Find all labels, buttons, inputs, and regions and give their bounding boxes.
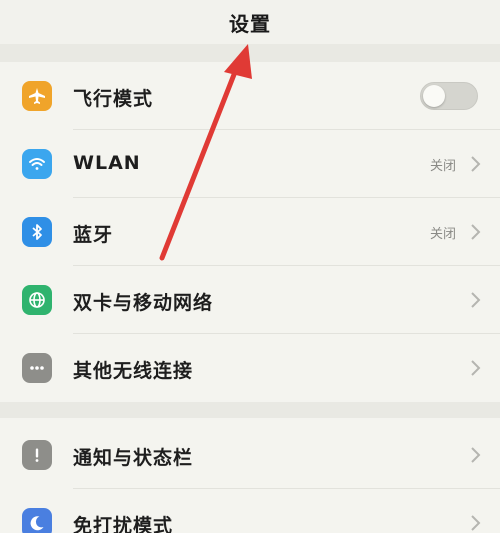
moon-icon bbox=[22, 508, 52, 533]
settings-group-connectivity: 飞行模式 WLAN 关闭 蓝牙 关闭 双卡与移动网络 其他无线连接 bbox=[0, 62, 500, 402]
chevron-right-icon bbox=[471, 156, 481, 172]
setting-label: 飞行模式 bbox=[73, 88, 154, 110]
chevron-right-icon bbox=[471, 360, 481, 376]
setting-row-dual-sim[interactable]: 双卡与移动网络 bbox=[0, 266, 500, 334]
setting-row-notifications[interactable]: 通知与状态栏 bbox=[0, 421, 500, 489]
settings-screen: 设置 飞行模式 WLAN 关闭 蓝牙 关闭 双卡与移动网络 其他无线连接 通知与… bbox=[0, 0, 500, 533]
page-title: 设置 bbox=[229, 11, 271, 36]
setting-row-other-wireless[interactable]: 其他无线连接 bbox=[0, 334, 500, 402]
setting-label: 通知与状态栏 bbox=[73, 447, 194, 469]
setting-row-do-not-disturb[interactable]: 免打扰模式 bbox=[0, 489, 500, 533]
globe-icon bbox=[22, 285, 52, 315]
setting-label: 蓝牙 bbox=[73, 224, 114, 246]
setting-label: WLAN bbox=[73, 152, 141, 174]
chevron-right-icon bbox=[471, 224, 481, 240]
airplane-icon bbox=[22, 81, 52, 111]
wifi-icon bbox=[22, 149, 52, 179]
chevron-right-icon bbox=[471, 292, 481, 308]
setting-label: 其他无线连接 bbox=[73, 360, 194, 382]
setting-row-airplane-mode[interactable]: 飞行模式 bbox=[0, 62, 500, 130]
setting-value: 关闭 bbox=[429, 159, 456, 174]
chevron-right-icon bbox=[471, 515, 481, 531]
toggle-knob bbox=[423, 85, 445, 107]
more-dots-icon bbox=[22, 353, 52, 383]
setting-label: 免打扰模式 bbox=[73, 515, 174, 533]
setting-value: 关闭 bbox=[429, 227, 456, 242]
chevron-right-icon bbox=[471, 447, 481, 463]
setting-row-wlan[interactable]: WLAN 关闭 bbox=[0, 130, 500, 198]
header-bar: 设置 bbox=[0, 0, 500, 44]
setting-row-bluetooth[interactable]: 蓝牙 关闭 bbox=[0, 198, 500, 266]
bluetooth-icon bbox=[22, 217, 52, 247]
setting-label: 双卡与移动网络 bbox=[73, 292, 214, 314]
settings-group-notifications: 通知与状态栏 免打扰模式 bbox=[0, 418, 500, 533]
exclamation-icon bbox=[22, 440, 52, 470]
airplane-mode-toggle[interactable] bbox=[420, 82, 478, 110]
